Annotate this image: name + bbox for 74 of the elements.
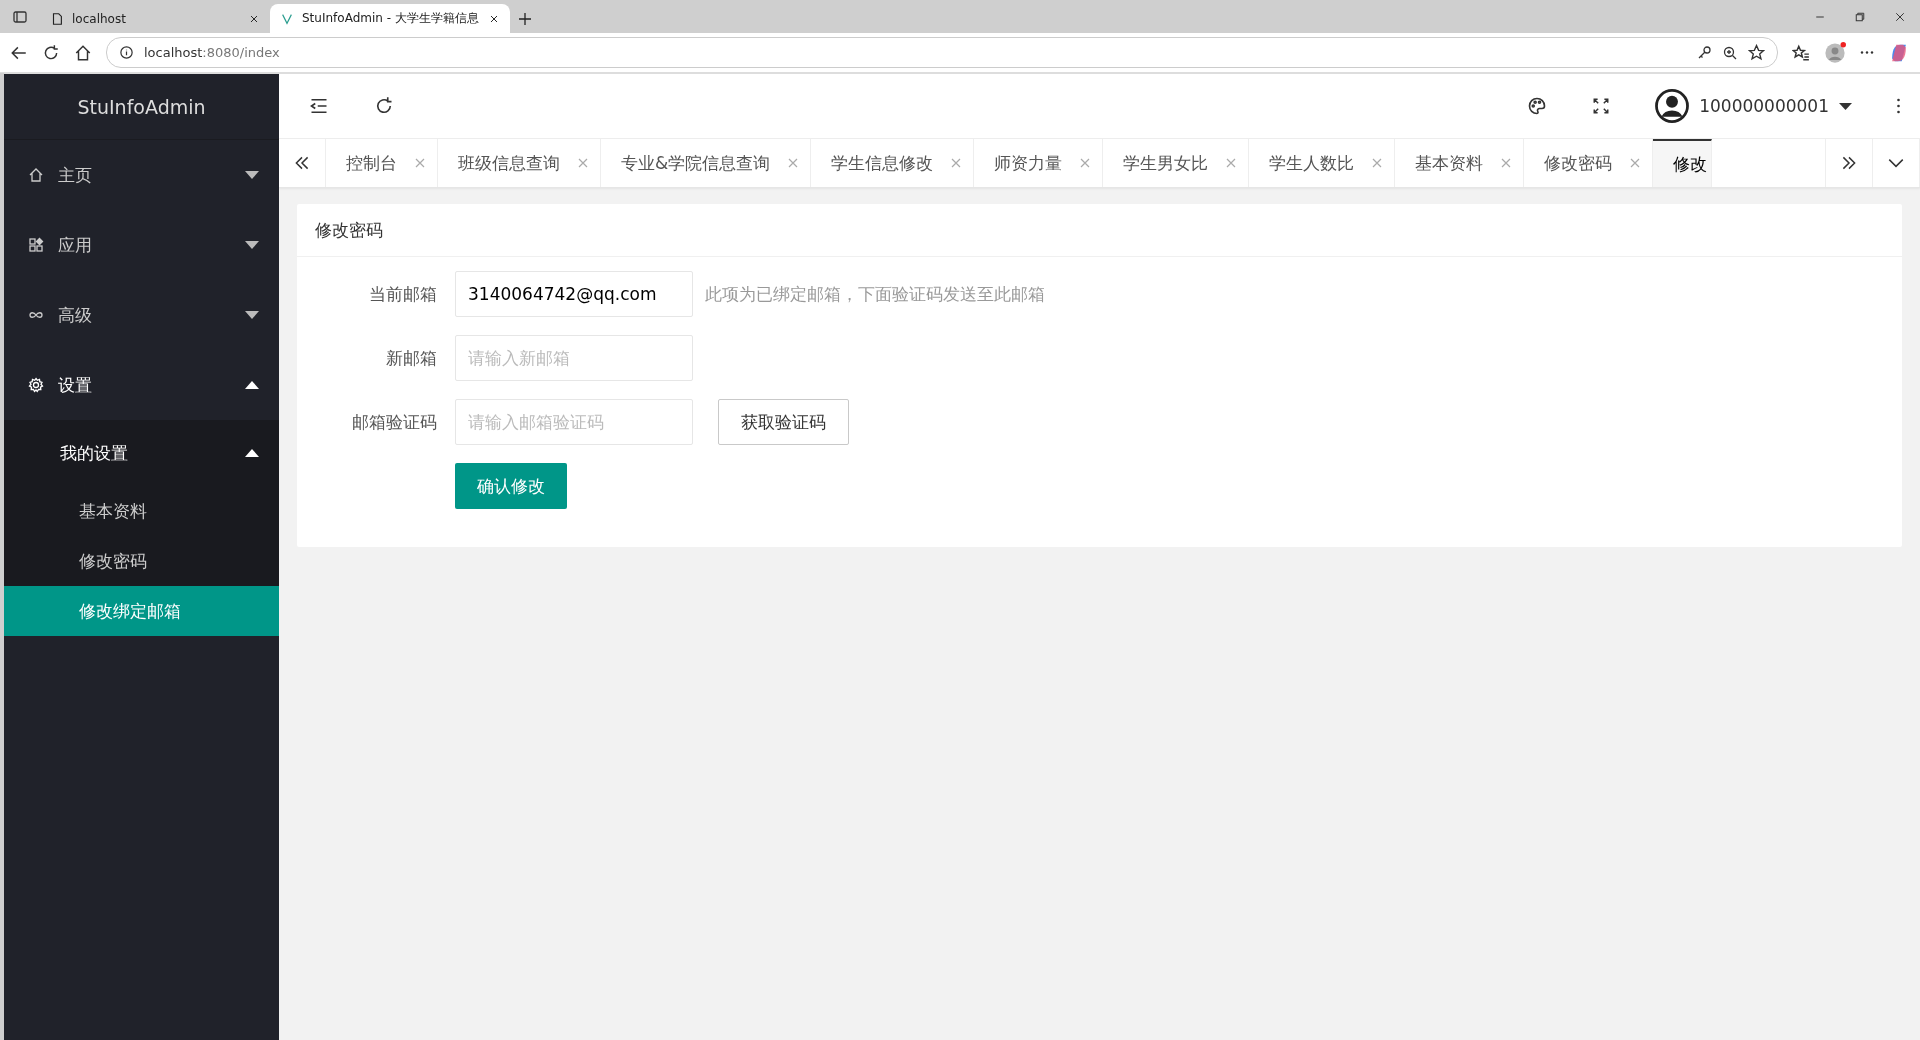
card-title: 修改密码 (297, 204, 1902, 257)
more-icon (1860, 51, 1874, 54)
page-tab[interactable]: 修改 (1653, 139, 1713, 187)
menu-item[interactable]: 主页 (4, 140, 279, 210)
page-tab[interactable]: 控制台 (326, 139, 438, 187)
get-code-button[interactable]: 获取验证码 (718, 399, 849, 445)
refresh-icon (374, 96, 394, 116)
menu-item[interactable]: 设置 (4, 350, 279, 420)
key-icon (1696, 44, 1712, 61)
menu-link[interactable]: 修改绑定邮箱 (4, 586, 279, 636)
star-icon (1748, 44, 1765, 61)
favorites-icon (1792, 43, 1810, 62)
caret-icon (245, 241, 259, 249)
info-icon (119, 45, 134, 60)
grid-icon (28, 237, 44, 253)
browser-tab[interactable]: localhost (40, 4, 270, 33)
page-tab[interactable]: 学生信息修改 (811, 139, 975, 187)
input-field[interactable]: 请输入新邮箱 (455, 335, 693, 381)
close-icon (578, 158, 588, 168)
caret-icon (245, 381, 259, 389)
menu-fold-icon (309, 96, 329, 116)
caret-icon (1839, 102, 1852, 110)
user-name[interactable]: 100000000001 (1699, 96, 1829, 116)
home-icon (74, 43, 92, 62)
app-logo: StuInfoAdmin (4, 74, 279, 140)
field-label: 邮箱验证码 (351, 410, 438, 434)
double-left-icon (293, 154, 311, 172)
menu-item[interactable]: 高级 (4, 280, 279, 350)
close-icon (951, 158, 962, 168)
page-tab[interactable]: 师资力量 (974, 139, 1104, 187)
close-icon (1630, 158, 1641, 168)
palette-icon (1527, 96, 1548, 116)
reload-icon (42, 43, 60, 62)
input-field[interactable]: 请输入邮箱验证码 (455, 399, 693, 445)
page-tab[interactable]: 专业&学院信息查询 (601, 139, 812, 187)
close-icon (1894, 10, 1906, 23)
page-icon (50, 11, 64, 26)
menu-link[interactable]: 修改密码 (4, 536, 279, 586)
submit-button[interactable]: 确认修改 (455, 463, 567, 509)
url-text: localhost:8080/index (144, 45, 280, 60)
field-hint: 此项为已绑定邮箱，下面验证码发送至此邮箱 (705, 282, 1045, 306)
submenu-item[interactable]: 我的设置 (4, 420, 279, 486)
double-right-icon (1840, 154, 1858, 172)
caret-icon (245, 171, 259, 179)
home-icon (28, 167, 44, 183)
page-tab[interactable]: 学生男女比 (1103, 139, 1250, 187)
restore-icon (1854, 10, 1866, 23)
new-tab-icon (517, 10, 533, 27)
page-tab[interactable]: 修改密码 (1524, 139, 1654, 187)
close-icon (1501, 158, 1512, 168)
avatar-icon (1655, 89, 1690, 123)
more-vertical-icon (1897, 98, 1900, 114)
page-tab[interactable]: 班级信息查询 (438, 139, 601, 187)
caret-icon (245, 311, 259, 319)
close-icon (415, 158, 425, 168)
menu-link[interactable]: 基本资料 (4, 486, 279, 536)
input-field[interactable]: 3140064742@qq.com (455, 271, 693, 317)
browser-tab[interactable]: StuInfoAdmin - 大学生学籍信息 (270, 4, 510, 33)
profile-icon (1824, 41, 1846, 64)
menu-item[interactable]: 应用 (4, 210, 279, 280)
page-tab[interactable]: 基本资料 (1395, 139, 1525, 187)
close-icon (1372, 158, 1383, 168)
zoom-in-icon (1722, 44, 1738, 61)
fullscreen-icon (1592, 97, 1611, 115)
field-label: 新邮箱 (385, 346, 438, 370)
close-icon (1080, 158, 1091, 168)
gear-icon (28, 377, 44, 393)
close-icon (1226, 158, 1237, 168)
sidebar-icon (12, 8, 28, 25)
caret-icon (245, 449, 259, 457)
address-bar[interactable]: localhost:8080/index (106, 37, 1778, 68)
page-tab[interactable]: 学生人数比 (1249, 139, 1396, 187)
close-icon (788, 158, 799, 168)
field-label: 当前邮箱 (368, 282, 438, 306)
